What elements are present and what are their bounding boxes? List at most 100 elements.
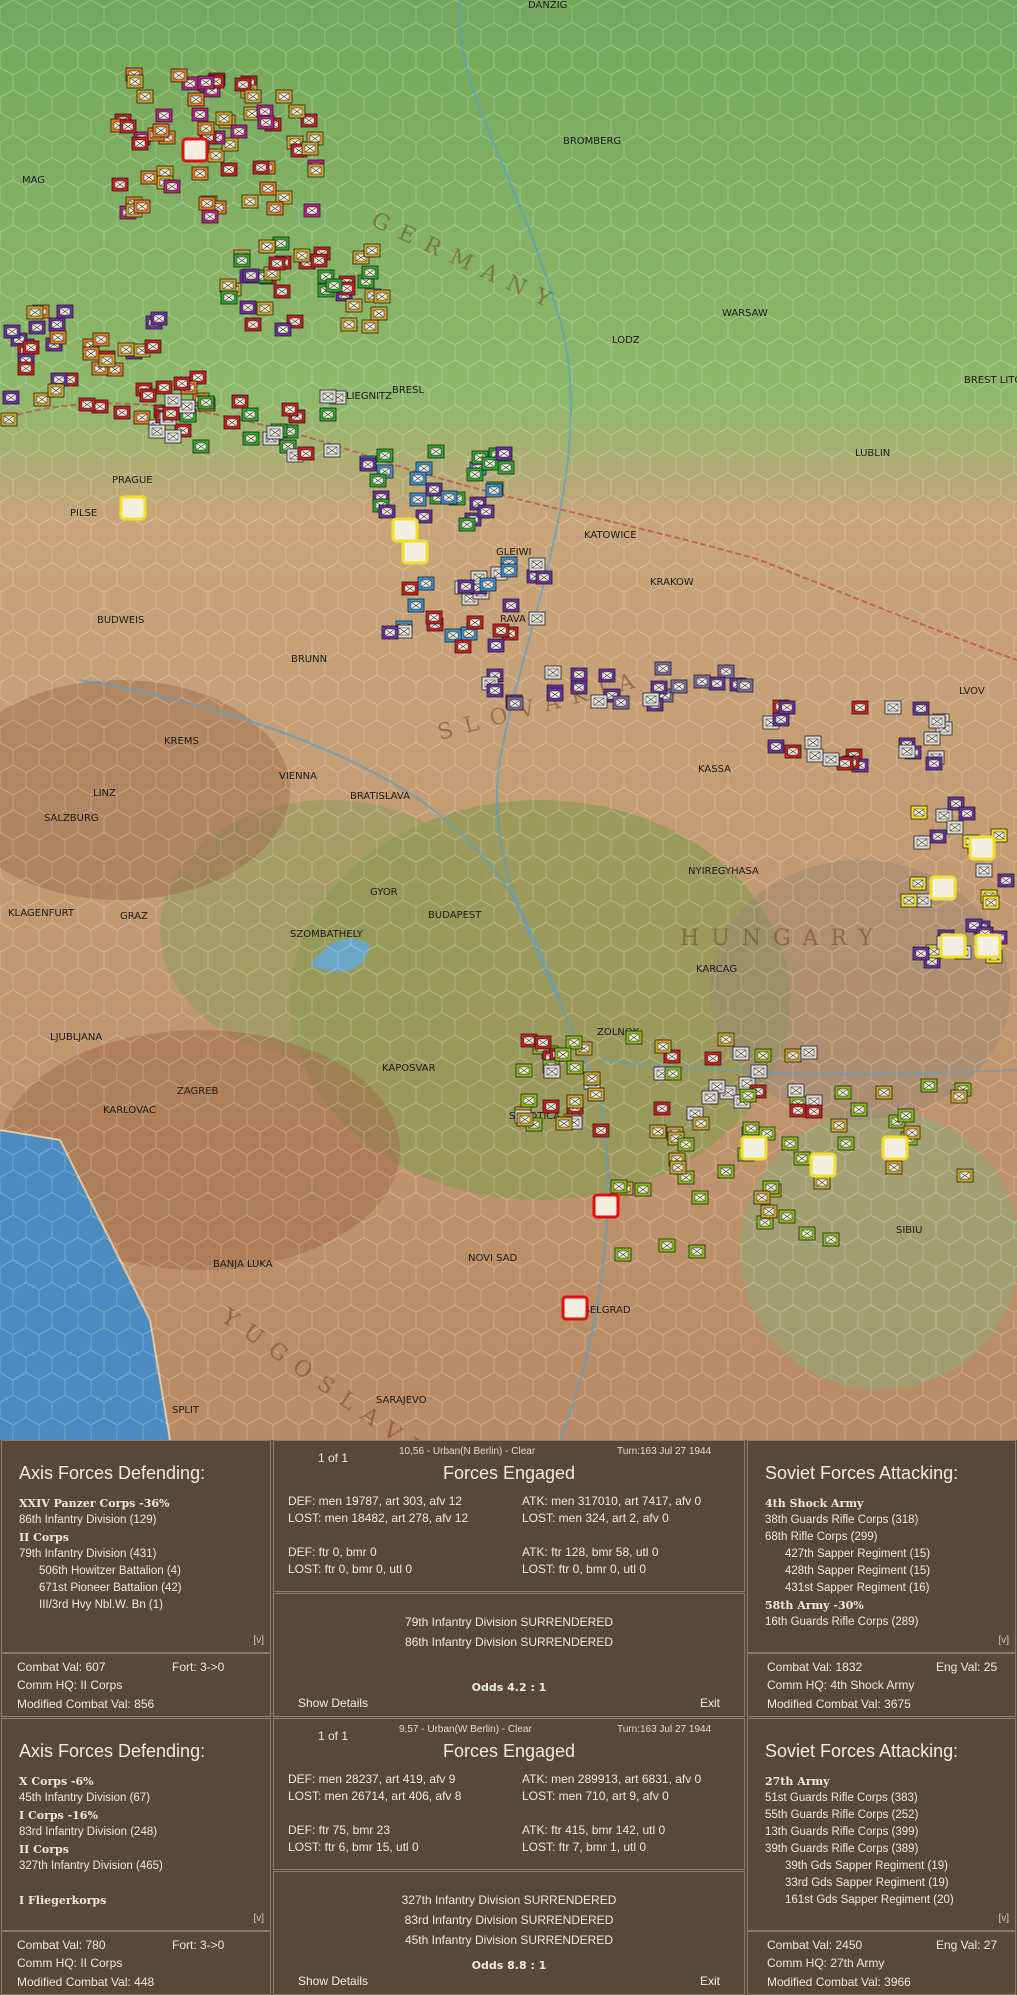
highlighted-unit-counter[interactable] bbox=[119, 495, 147, 521]
unit-counter[interactable] bbox=[528, 557, 546, 572]
unit-counter[interactable] bbox=[850, 1102, 868, 1117]
unit-counter[interactable] bbox=[520, 1033, 538, 1048]
unit-counter[interactable] bbox=[133, 410, 151, 425]
unit-counter[interactable] bbox=[534, 1035, 552, 1050]
unit-counter[interactable] bbox=[370, 306, 388, 321]
unit-counter[interactable] bbox=[220, 162, 238, 177]
unit-counter[interactable] bbox=[642, 692, 660, 707]
unit-counter[interactable] bbox=[900, 893, 918, 908]
unit-counter[interactable] bbox=[925, 756, 943, 771]
unit-counter[interactable] bbox=[982, 895, 1000, 910]
unit-counter[interactable] bbox=[956, 1168, 974, 1183]
unit-counter[interactable] bbox=[307, 163, 325, 178]
unit-counter[interactable] bbox=[274, 322, 292, 337]
unit-counter[interactable] bbox=[466, 467, 484, 482]
unit-counter[interactable] bbox=[487, 638, 505, 653]
unit-counter[interactable] bbox=[778, 1209, 796, 1224]
unit-counter[interactable] bbox=[897, 1108, 915, 1123]
unit-counter[interactable] bbox=[310, 253, 328, 268]
unit-counter[interactable] bbox=[139, 388, 157, 403]
unit-counter[interactable] bbox=[126, 74, 144, 89]
unit-counter[interactable] bbox=[975, 863, 993, 878]
unit-counter[interactable] bbox=[520, 1093, 538, 1108]
highlighted-unit-counter[interactable] bbox=[592, 1193, 620, 1219]
unit-counter[interactable] bbox=[691, 1190, 709, 1205]
unit-counter[interactable] bbox=[784, 1048, 802, 1063]
unit-counter[interactable] bbox=[215, 111, 233, 126]
unit-counter[interactable] bbox=[612, 695, 630, 710]
unit-counter[interactable] bbox=[767, 739, 785, 754]
unit-counter[interactable] bbox=[173, 376, 191, 391]
highlighted-unit-counter[interactable] bbox=[809, 1152, 837, 1178]
unit-counter[interactable] bbox=[297, 446, 315, 461]
unit-counter[interactable] bbox=[244, 89, 262, 104]
unit-counter[interactable] bbox=[542, 1099, 560, 1114]
unit-counter[interactable] bbox=[198, 196, 216, 211]
unit-counter[interactable] bbox=[144, 339, 162, 354]
highlighted-unit-counter[interactable] bbox=[939, 933, 967, 959]
unit-counter[interactable] bbox=[614, 1247, 632, 1262]
unit-counter[interactable] bbox=[912, 701, 930, 716]
unit-counter[interactable] bbox=[997, 873, 1015, 888]
unit-counter[interactable] bbox=[239, 300, 257, 315]
unit-counter[interactable] bbox=[885, 1160, 903, 1175]
unit-counter[interactable] bbox=[234, 77, 252, 92]
unit-counter[interactable] bbox=[363, 243, 381, 258]
unit-counter[interactable] bbox=[82, 346, 100, 361]
unit-counter[interactable] bbox=[457, 579, 475, 594]
unit-counter[interactable] bbox=[201, 209, 219, 224]
unit-counter[interactable] bbox=[407, 598, 425, 613]
unit-counter[interactable] bbox=[546, 687, 564, 702]
highlighted-unit-counter[interactable] bbox=[974, 933, 1002, 959]
unit-counter[interactable] bbox=[425, 610, 443, 625]
highlighted-unit-counter[interactable] bbox=[561, 1295, 589, 1321]
unit-counter[interactable] bbox=[78, 397, 96, 412]
unit-counter[interactable] bbox=[191, 166, 209, 181]
unit-counter[interactable] bbox=[543, 1064, 561, 1079]
unit-counter[interactable] bbox=[837, 1136, 855, 1151]
unit-counter[interactable] bbox=[47, 383, 65, 398]
unit-counter[interactable] bbox=[378, 504, 396, 519]
unit-counter[interactable] bbox=[929, 829, 947, 844]
unit-counter[interactable] bbox=[912, 946, 930, 961]
unit-counter[interactable] bbox=[319, 389, 337, 404]
unit-counter[interactable] bbox=[409, 492, 427, 507]
unit-counter[interactable] bbox=[664, 1066, 682, 1081]
unit-counter[interactable] bbox=[136, 89, 154, 104]
unit-counter[interactable] bbox=[381, 625, 399, 640]
unit-counter[interactable] bbox=[515, 1063, 533, 1078]
unit-counter[interactable] bbox=[950, 1089, 968, 1104]
unit-counter[interactable] bbox=[117, 342, 135, 357]
highlighted-unit-counter[interactable] bbox=[740, 1135, 768, 1161]
unit-counter[interactable] bbox=[111, 177, 129, 192]
unit-counter[interactable] bbox=[565, 1035, 583, 1050]
unit-counter[interactable] bbox=[454, 639, 472, 654]
unit-counter[interactable] bbox=[834, 1085, 852, 1100]
unit-counter[interactable] bbox=[669, 1160, 687, 1175]
unit-counter[interactable] bbox=[806, 748, 824, 763]
unit-counter[interactable] bbox=[946, 820, 964, 835]
expand-defenders-button[interactable]: [v] bbox=[253, 1913, 264, 1924]
unit-counter[interactable] bbox=[281, 402, 299, 417]
unit-counter[interactable] bbox=[598, 668, 616, 683]
unit-counter[interactable] bbox=[778, 700, 796, 715]
unit-counter[interactable] bbox=[958, 806, 976, 821]
unit-counter[interactable] bbox=[739, 1088, 757, 1103]
highlighted-unit-counter[interactable] bbox=[391, 517, 419, 543]
unit-counter[interactable] bbox=[928, 714, 946, 729]
unit-counter[interactable] bbox=[361, 265, 379, 280]
unit-counter[interactable] bbox=[427, 444, 445, 459]
unit-counter[interactable] bbox=[98, 353, 116, 368]
unit-counter[interactable] bbox=[625, 1030, 643, 1045]
unit-counter[interactable] bbox=[492, 623, 510, 638]
unit-counter[interactable] bbox=[784, 744, 802, 759]
unit-counter[interactable] bbox=[22, 340, 40, 355]
unit-counter[interactable] bbox=[2, 390, 20, 405]
unit-counter[interactable] bbox=[787, 1083, 805, 1098]
unit-counter[interactable] bbox=[544, 665, 562, 680]
unit-counter[interactable] bbox=[692, 1116, 710, 1131]
unit-counter[interactable] bbox=[113, 405, 131, 420]
unit-counter[interactable] bbox=[804, 735, 822, 750]
unit-counter[interactable] bbox=[805, 1104, 823, 1119]
unit-counter[interactable] bbox=[373, 289, 391, 304]
